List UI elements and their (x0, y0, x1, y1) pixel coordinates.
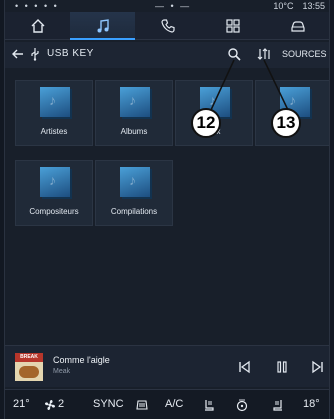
clock: 13:55 (302, 1, 325, 11)
home-icon (31, 18, 45, 33)
outside-temperature: 10°C (273, 1, 294, 11)
pause-icon[interactable] (275, 360, 289, 374)
previous-track-icon[interactable] (237, 360, 251, 374)
next-track-icon[interactable] (311, 360, 325, 374)
tab-home[interactable] (5, 12, 70, 39)
callout-sort: 13 (271, 108, 301, 138)
cover-text: BREAK (20, 354, 38, 360)
fan-level[interactable]: 2 (58, 398, 64, 410)
song-title: Comme l'aigle (53, 355, 110, 365)
sources-button[interactable]: SOURCES (282, 49, 327, 59)
source-title: USB KEY (47, 48, 94, 59)
tab-music[interactable] (70, 12, 136, 40)
car-icon (291, 20, 306, 32)
top-navigation (5, 12, 329, 40)
tile-label: Compositeurs (29, 207, 79, 216)
usb-icon (31, 48, 39, 61)
steering-wheel-heating-icon[interactable] (235, 398, 249, 412)
status-right: 10°C 13:55 (273, 1, 325, 11)
tab-apps[interactable] (201, 12, 266, 39)
fan-icon[interactable] (43, 398, 57, 412)
now-playing-bar[interactable]: BREAK Comme l'aigle Meak (5, 345, 329, 387)
climate-bar: 21° 2 SYNC A/C 18° (5, 389, 329, 419)
search-icon[interactable] (227, 47, 241, 61)
callout-search: 12 (191, 108, 221, 138)
category-tile[interactable]: Compositeurs (15, 160, 93, 226)
tile-label: Compilations (110, 207, 158, 216)
status-center-indicator: — • — (155, 1, 192, 11)
driver-temperature[interactable]: 21° (13, 398, 30, 410)
tile-label: Albums (120, 127, 148, 136)
music-folder-icon (120, 167, 150, 197)
sync-button[interactable]: SYNC (93, 398, 124, 410)
seat-heating-icon[interactable] (202, 398, 216, 412)
tile-label: Artistes (40, 127, 68, 136)
album-cover: BREAK (15, 353, 43, 381)
category-tile[interactable]: Artistes (15, 80, 93, 146)
screen: • • • • • — • — 10°C 13:55 USB KEY SOURC… (4, 0, 330, 419)
status-bar: • • • • • — • — 10°C 13:55 (5, 0, 329, 12)
tab-vehicle[interactable] (266, 12, 329, 39)
passenger-temperature[interactable]: 18° (303, 398, 320, 410)
music-folder-icon (40, 87, 70, 117)
category-tile[interactable]: Compilations (95, 160, 173, 226)
category-tile[interactable]: Albums (95, 80, 173, 146)
music-icon (97, 18, 109, 32)
tab-phone[interactable] (135, 12, 200, 39)
sort-icon[interactable] (257, 47, 271, 61)
music-folder-icon (40, 167, 70, 197)
seat-heating-right-icon[interactable] (271, 398, 285, 412)
music-folder-icon (120, 87, 150, 117)
phone-icon (161, 18, 175, 33)
artist-name: Meak (53, 368, 71, 375)
status-icons: • • • • • (15, 1, 59, 11)
windshield-defrost-icon[interactable] (135, 398, 149, 412)
back-arrow-icon[interactable] (11, 47, 25, 61)
ac-button[interactable]: A/C (165, 398, 183, 410)
apps-icon (226, 18, 240, 33)
browser-header: USB KEY SOURCES (5, 42, 329, 68)
